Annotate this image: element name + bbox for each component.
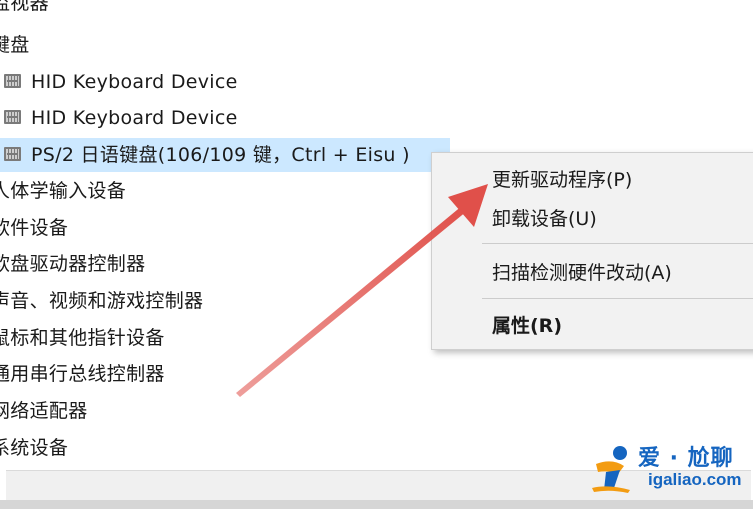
site-watermark: 爱 · 尬聊 igaliao.com: [590, 440, 750, 496]
watermark-title: 爱 · 尬聊: [638, 446, 734, 471]
watermark-url: igaliao.com: [648, 470, 742, 489]
mascot-logo-icon: [592, 446, 630, 493]
arrow-shaft: [236, 205, 467, 397]
red-arrow-annotation: [236, 184, 488, 397]
